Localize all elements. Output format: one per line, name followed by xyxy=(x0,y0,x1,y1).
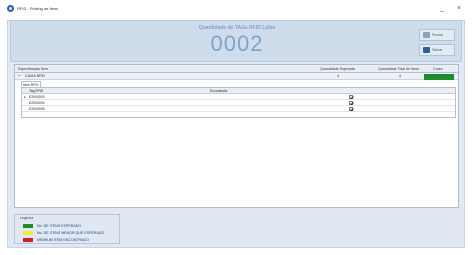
fechar-button[interactable]: Fechar xyxy=(419,29,455,41)
found-checkbox[interactable] xyxy=(349,95,353,99)
row-total: 4 xyxy=(399,74,401,78)
row-collapse-toggle[interactable]: − xyxy=(18,73,21,80)
found-checkbox[interactable] xyxy=(349,101,353,105)
salvar-label: Salvar xyxy=(432,48,443,52)
detail-row[interactable]: E2004005 xyxy=(22,106,455,112)
app-icon xyxy=(7,5,14,12)
column-header-color[interactable]: Cores xyxy=(433,65,443,73)
legend-label: NENHUM ITEM ENCONTRADO xyxy=(37,237,89,242)
row-status-color xyxy=(424,74,454,80)
exit-icon xyxy=(423,32,430,38)
legend-box: Legenda No. DE ITENS ESPERADO No. DE ITE… xyxy=(14,214,120,244)
items-grid[interactable]: Especificação Item Quantidade Esperada Q… xyxy=(14,64,459,208)
legend-title: Legenda xyxy=(19,216,35,220)
minimize-button[interactable]: _ xyxy=(436,3,448,14)
column-header-expected[interactable]: Quantidade Esperada xyxy=(320,65,355,73)
save-icon xyxy=(423,47,430,53)
found-checkbox[interactable] xyxy=(349,107,353,111)
column-header-description[interactable]: Especificação Item xyxy=(18,65,48,73)
row-expected: 4 xyxy=(337,74,339,78)
fechar-label: Fechar xyxy=(432,33,444,37)
close-window-button[interactable]: × xyxy=(453,3,465,14)
tag-count-value: 0002 xyxy=(210,31,264,56)
legend-label: No. DE ITENS ESPERADO xyxy=(37,223,82,228)
detail-tag-value: E2004005 xyxy=(29,107,45,111)
title-bar: RFID - Picking de Itens _ × xyxy=(0,0,472,17)
column-header-total[interactable]: Quantidade Total de Itens xyxy=(378,65,419,73)
table-row[interactable]: − CAIXA RFID 4 4 xyxy=(15,73,458,80)
legend-swatch-yellow xyxy=(23,231,33,235)
salvar-button[interactable]: Salvar xyxy=(419,44,455,56)
window-title: RFID - Picking de Itens xyxy=(17,6,59,11)
grid-header-row: Especificação Item Quantidade Esperada Q… xyxy=(15,65,458,73)
legend-label: No. DE ITENS MENOR QUE ESPERADO xyxy=(37,230,105,235)
legend-swatch-green xyxy=(23,224,33,228)
tag-count-header: Quantidade de TAGs RFID Lidas 0002 xyxy=(10,20,462,62)
row-description: CAIXA RFID xyxy=(25,74,45,78)
detail-grid[interactable]: Tag RFID Encontrado ▸ E2004003 E2004004 … xyxy=(21,87,456,118)
legend-swatch-red xyxy=(23,238,33,242)
